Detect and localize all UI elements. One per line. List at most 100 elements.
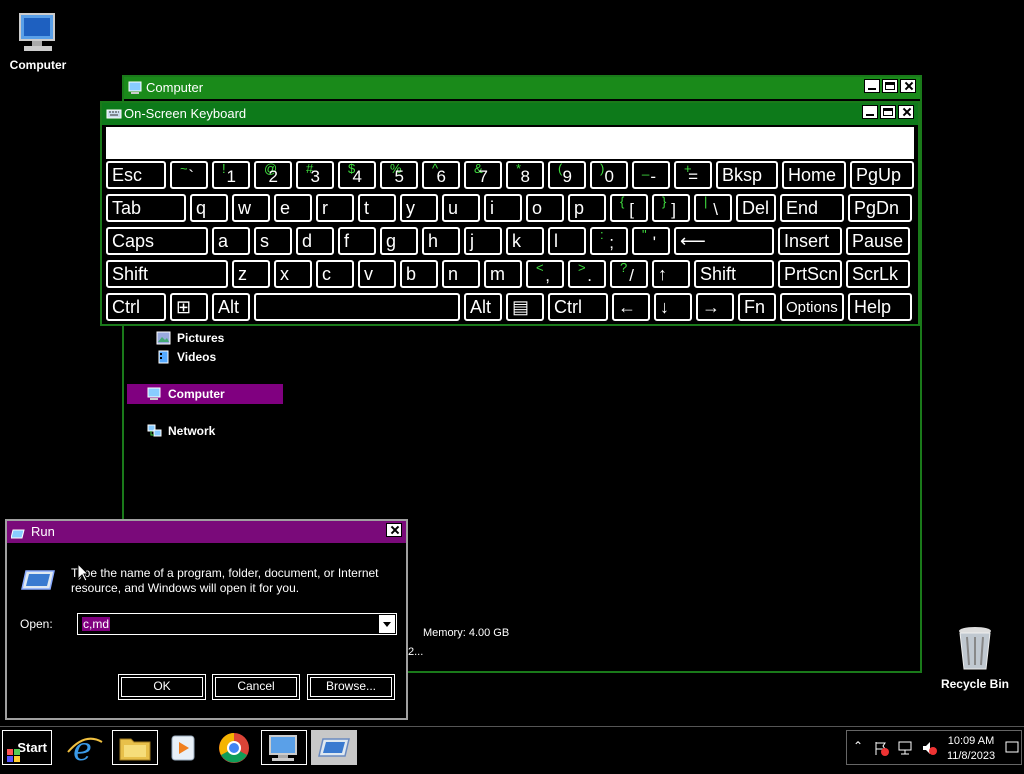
osk-key[interactable]: + = bbox=[674, 161, 712, 189]
osk-key[interactable]: End bbox=[780, 194, 844, 222]
osk-key[interactable]: | \ bbox=[694, 194, 732, 222]
osk-key[interactable]: $4 bbox=[338, 161, 376, 189]
osk-key[interactable]: q bbox=[190, 194, 228, 222]
osk-key[interactable]: Tab bbox=[106, 194, 186, 222]
osk-key[interactable]: Shift bbox=[694, 260, 774, 288]
close-button[interactable] bbox=[900, 79, 916, 93]
osk-key[interactable]: Insert bbox=[778, 227, 842, 255]
osk-key[interactable]: <, bbox=[526, 260, 564, 288]
cancel-button[interactable]: Cancel bbox=[212, 674, 300, 700]
osk-key[interactable]: g bbox=[380, 227, 418, 255]
clock[interactable]: 10:09 AM 11/8/2023 bbox=[940, 734, 1002, 764]
osk-key[interactable]: z bbox=[232, 260, 270, 288]
open-input[interactable]: c,md bbox=[82, 617, 111, 631]
maximize-button[interactable] bbox=[880, 105, 896, 119]
media-player-icon[interactable] bbox=[160, 730, 206, 765]
network-icon[interactable] bbox=[897, 740, 913, 761]
start-button[interactable]: Start bbox=[2, 730, 52, 765]
osk-key[interactable]: Home bbox=[782, 161, 846, 189]
osk-key[interactable]: Alt bbox=[212, 293, 250, 321]
nav-item-computer[interactable]: Computer bbox=[127, 384, 283, 404]
osk-key[interactable]: j bbox=[464, 227, 502, 255]
osk-key[interactable]: Bksp bbox=[716, 161, 778, 189]
osk-key[interactable]: p bbox=[568, 194, 606, 222]
osk-key[interactable]: i bbox=[484, 194, 522, 222]
osk-key[interactable]: {[ bbox=[610, 194, 648, 222]
osk-key[interactable]: ? / bbox=[610, 260, 648, 288]
osk-key[interactable]: * 8 bbox=[506, 161, 544, 189]
desktop-icon-computer[interactable]: Computer bbox=[0, 10, 78, 72]
osk-key[interactable]: Alt bbox=[464, 293, 502, 321]
osk-key[interactable]: y bbox=[400, 194, 438, 222]
maximize-button[interactable] bbox=[882, 79, 898, 93]
explorer-titlebar[interactable]: Computer bbox=[124, 77, 920, 99]
osk-key[interactable]: e bbox=[274, 194, 312, 222]
browse-button[interactable]: Browse... bbox=[307, 674, 395, 700]
osk-key[interactable]: n bbox=[442, 260, 480, 288]
action-center-flag-icon[interactable] bbox=[873, 740, 889, 761]
osk-key[interactable]: ← bbox=[612, 293, 650, 321]
osk-key[interactable]: :; bbox=[590, 227, 628, 255]
osk-key[interactable]: Caps bbox=[106, 227, 208, 255]
nav-item-network[interactable]: Network bbox=[147, 424, 215, 438]
osk-key[interactable]: b bbox=[400, 260, 438, 288]
osk-key[interactable]: c bbox=[316, 260, 354, 288]
desktop-icon-recycle-bin[interactable]: Recycle Bin bbox=[935, 625, 1015, 691]
osk-key[interactable]: Help bbox=[848, 293, 912, 321]
osk-key[interactable]: v bbox=[358, 260, 396, 288]
osk-key[interactable]: Shift bbox=[106, 260, 228, 288]
osk-key[interactable]: @2 bbox=[254, 161, 292, 189]
on-screen-keyboard-window[interactable]: On-Screen Keyboard Esc ~ `! 1 @2 #3 $4% 5 ^ 6 & 7 * 8… bbox=[100, 101, 920, 326]
osk-titlebar[interactable]: On-Screen Keyboard bbox=[102, 103, 918, 125]
osk-key[interactable]: " ' bbox=[632, 227, 670, 255]
osk-key[interactable]: x bbox=[274, 260, 312, 288]
osk-key[interactable]: s bbox=[254, 227, 292, 255]
ok-button[interactable]: OK bbox=[118, 674, 206, 700]
osk-key[interactable]: ↓ bbox=[654, 293, 692, 321]
osk-key[interactable]: o bbox=[526, 194, 564, 222]
close-button[interactable] bbox=[898, 105, 914, 119]
computer-icon[interactable] bbox=[261, 730, 307, 765]
osk-key[interactable]: PgUp bbox=[850, 161, 914, 189]
nav-item-videos[interactable]: Videos bbox=[156, 350, 216, 364]
osk-key[interactable]: Fn bbox=[738, 293, 776, 321]
osk-key[interactable]: Pause bbox=[846, 227, 910, 255]
run-titlebar[interactable]: Run bbox=[7, 521, 406, 543]
osk-key[interactable]: u bbox=[442, 194, 480, 222]
osk-key[interactable]: PgDn bbox=[848, 194, 912, 222]
osk-key[interactable]: Del bbox=[736, 194, 776, 222]
osk-key[interactable]: Ctrl bbox=[548, 293, 608, 321]
internet-explorer-icon[interactable]: e bbox=[62, 730, 108, 768]
osk-key[interactable]: → bbox=[696, 293, 734, 321]
run-dialog[interactable]: Run Type the name of a program, folder, … bbox=[5, 519, 408, 720]
osk-key[interactable]: }] bbox=[652, 194, 690, 222]
osk-key[interactable]: % 5 bbox=[380, 161, 418, 189]
open-combobox[interactable]: c,md bbox=[77, 613, 397, 635]
osk-key[interactable]: ^ 6 bbox=[422, 161, 460, 189]
osk-key[interactable]: a bbox=[212, 227, 250, 255]
osk-key[interactable]: _ - bbox=[632, 161, 670, 189]
osk-key[interactable]: #3 bbox=[296, 161, 334, 189]
minimize-button[interactable] bbox=[864, 79, 880, 93]
minimize-button[interactable] bbox=[862, 105, 878, 119]
osk-key[interactable]: ScrLk bbox=[846, 260, 910, 288]
osk-key[interactable]: Esc bbox=[106, 161, 166, 189]
osk-key[interactable]: (9 bbox=[548, 161, 586, 189]
osk-key[interactable]: ↑ bbox=[652, 260, 690, 288]
osk-key[interactable]: w bbox=[232, 194, 270, 222]
osk-key[interactable]: ! 1 bbox=[212, 161, 250, 189]
osk-key[interactable]: ) 0 bbox=[590, 161, 628, 189]
osk-key[interactable]: Options bbox=[780, 293, 844, 321]
osk-key[interactable]: ~ ` bbox=[170, 161, 208, 189]
file-explorer-icon[interactable] bbox=[112, 730, 158, 765]
chevron-down-icon[interactable] bbox=[378, 615, 395, 633]
run-icon[interactable] bbox=[311, 730, 357, 765]
osk-key[interactable]: t bbox=[358, 194, 396, 222]
osk-key[interactable]: >. bbox=[568, 260, 606, 288]
close-button[interactable] bbox=[386, 523, 402, 537]
chrome-icon[interactable] bbox=[211, 730, 257, 765]
nav-item-pictures[interactable]: Pictures bbox=[156, 331, 224, 345]
osk-key[interactable] bbox=[254, 293, 460, 321]
osk-key[interactable]: r bbox=[316, 194, 354, 222]
osk-key[interactable]: h bbox=[422, 227, 460, 255]
